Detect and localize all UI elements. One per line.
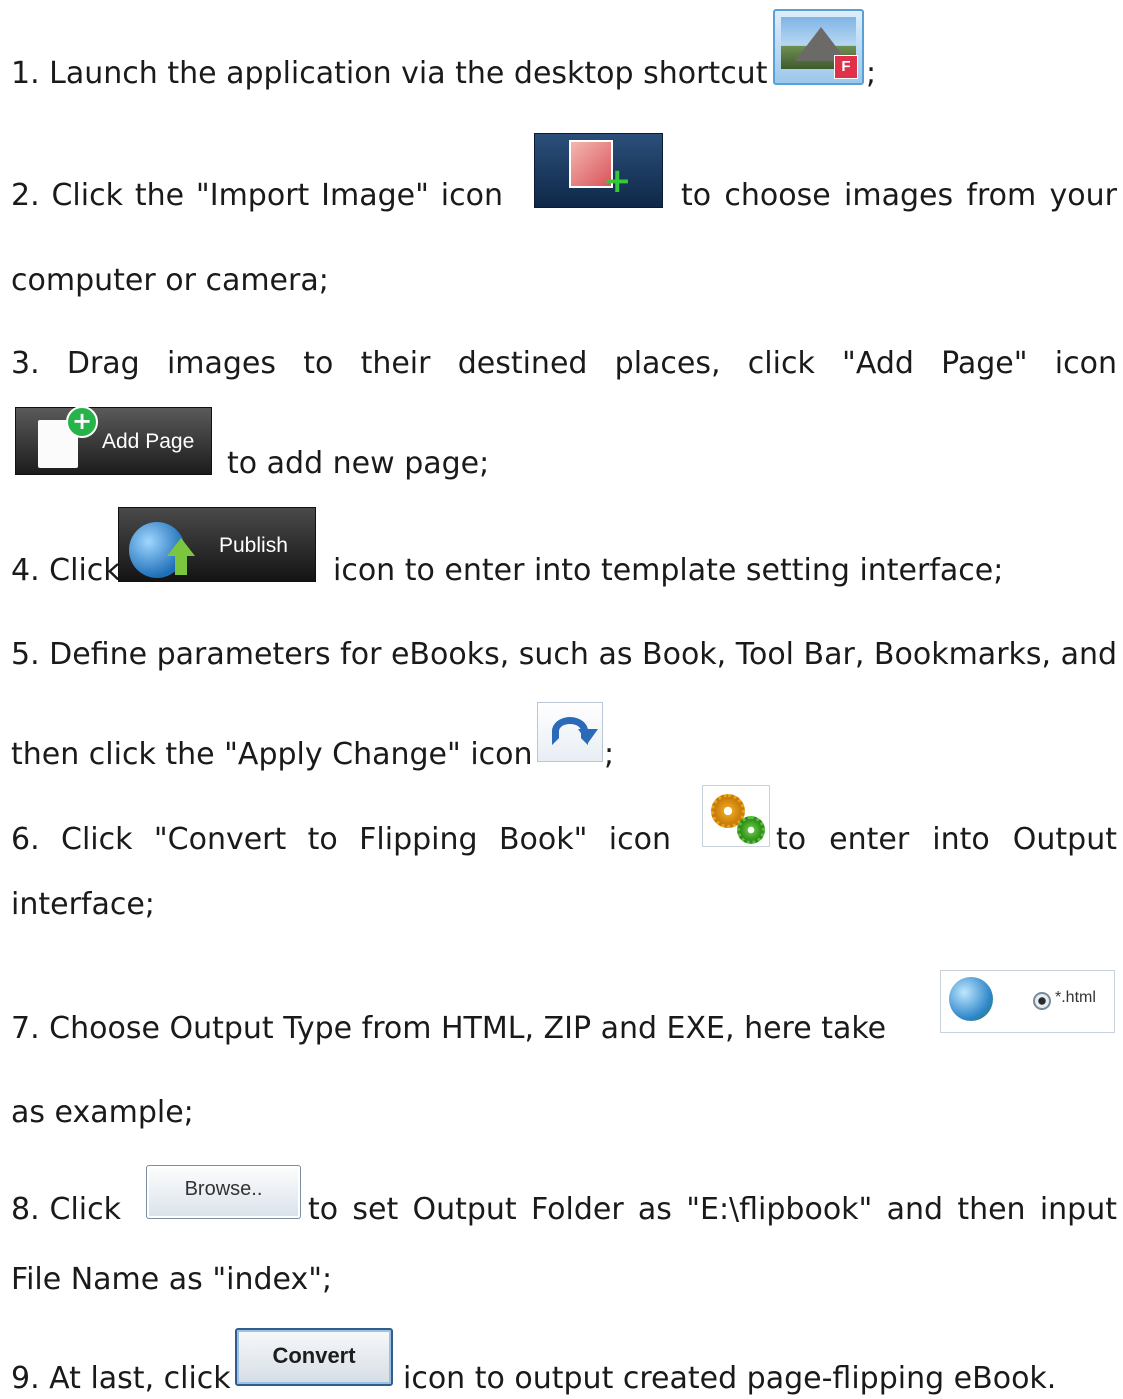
step-6-line-2: interface;: [11, 887, 155, 922]
step-8-word: to: [308, 1192, 339, 1227]
step-5-before: then click the "Apply Change" icon: [11, 737, 533, 772]
step-3-word: Page": [941, 346, 1028, 381]
publish-label: Publish: [219, 534, 288, 557]
step-8-word: Click: [49, 1192, 121, 1227]
step-2-word: 2.: [11, 178, 40, 213]
step-6-word: enter: [829, 822, 910, 857]
add-page-icon[interactable]: + Add Page: [15, 406, 212, 475]
convert-button[interactable]: Convert: [235, 1328, 393, 1386]
plus-icon: +: [603, 161, 632, 201]
apply-change-icon[interactable]: [537, 702, 603, 762]
step-2-word: Click: [51, 178, 123, 213]
step-2-word: from: [966, 178, 1037, 213]
step-8-line-2: File Name as "index";: [11, 1262, 333, 1297]
step-6-word: Output: [1012, 822, 1117, 857]
step-2-word: icon: [440, 178, 503, 213]
step-6-word: Flipping: [359, 822, 478, 857]
step-2-word: Image": [321, 178, 429, 213]
upload-arrow-shaft: [175, 555, 187, 575]
html-output-option[interactable]: *.html: [940, 970, 1115, 1033]
step-3-word: icon: [1054, 346, 1117, 381]
step-3-word: places,: [614, 346, 721, 381]
step-6-word: to: [307, 822, 338, 857]
step-3-line-2: to add new page;: [227, 446, 490, 481]
step-2-word: images: [844, 178, 954, 213]
step-2-line-1b: to choose images from your: [681, 176, 1117, 216]
step-2-word: the: [134, 178, 185, 213]
desktop-shortcut-icon[interactable]: F: [773, 9, 864, 85]
step-8-word: and: [886, 1192, 944, 1227]
step-3-word: images: [166, 346, 277, 381]
html-radio[interactable]: [1033, 992, 1051, 1010]
step-8-word: set: [352, 1192, 399, 1227]
add-page-label: Add Page: [102, 430, 195, 453]
step-3-line-1: 3. Drag images to their destined places,…: [11, 344, 1117, 384]
step-8-word: 8.: [11, 1192, 40, 1227]
plus-icon: +: [66, 406, 98, 438]
gears-icon[interactable]: [702, 785, 770, 847]
step-8-word: Folder: [530, 1192, 624, 1227]
refresh-arrow-head: [578, 729, 598, 743]
browse-button[interactable]: Browse..: [146, 1165, 301, 1219]
step-6-line-1b: to enter into Output: [776, 820, 1117, 860]
step-1-text: 1. Launch the application via the deskto…: [11, 56, 768, 91]
step-1-end: ;: [866, 56, 877, 91]
step-6-word: to: [776, 822, 807, 857]
step-3-word: destined: [457, 346, 588, 381]
shortcut-badge: F: [834, 55, 858, 79]
step-9-after: icon to output created page-flipping eBo…: [403, 1361, 1057, 1396]
step-3-word: 3.: [11, 346, 40, 381]
step-5-end: ;: [604, 737, 615, 772]
upload-arrow-icon: [167, 538, 195, 556]
step-8-line-1a: 8. Click: [11, 1190, 121, 1230]
html-option-label: *.html: [1055, 989, 1096, 1006]
convert-label: Convert: [272, 1343, 356, 1368]
step-8-word: input: [1039, 1192, 1117, 1227]
step-6-word: icon: [608, 822, 671, 857]
step-6-line-1a: 6. Click "Convert to Flipping Book" icon: [11, 820, 671, 860]
browse-label: Browse..: [184, 1178, 263, 1200]
import-image-icon[interactable]: +: [534, 133, 663, 208]
step-3-word: "Add: [842, 346, 914, 381]
step-7-line-1: 7. Choose Output Type from HTML, ZIP and…: [11, 1011, 887, 1046]
step-6-word: "Convert: [153, 822, 287, 857]
step-6-word: Click: [61, 822, 133, 857]
step-3-word: click: [747, 346, 815, 381]
globe-icon: [949, 977, 993, 1021]
gear-icon: [737, 816, 765, 844]
step-3-word: to: [303, 346, 334, 381]
step-3-word: their: [360, 346, 431, 381]
step-5-line-1: 5. Define parameters for eBooks, such as…: [11, 637, 1118, 672]
step-4-before: 4. Click: [11, 553, 121, 588]
step-3-word: Drag: [66, 346, 140, 381]
step-9-before: 9. At last, click: [11, 1361, 231, 1396]
step-2-word: your: [1049, 178, 1117, 213]
step-2-word: to: [681, 178, 712, 213]
step-8-word: as: [637, 1192, 672, 1227]
step-2-word: choose: [724, 178, 831, 213]
step-6-word: 6.: [11, 822, 40, 857]
step-7-line-2: as example;: [11, 1095, 194, 1130]
step-1: 1. Launch the application via the deskto…: [11, 54, 1117, 94]
step-8-word: Output: [412, 1192, 517, 1227]
step-2-line-2: computer or camera;: [11, 263, 329, 298]
step-2-line-1a: 2. Click the "Import Image" icon: [11, 176, 503, 216]
step-2-word: "Import: [195, 178, 310, 213]
step-6-word: Book": [498, 822, 588, 857]
step-8-line-1b: to set Output Folder as "E:\flipbook" an…: [308, 1190, 1117, 1230]
publish-icon[interactable]: Publish: [118, 507, 316, 582]
step-4-after: icon to enter into template setting inte…: [333, 553, 1004, 588]
step-6-word: into: [932, 822, 990, 857]
step-8-word: "E:\flipbook": [686, 1192, 873, 1227]
step-8-word: then: [957, 1192, 1026, 1227]
